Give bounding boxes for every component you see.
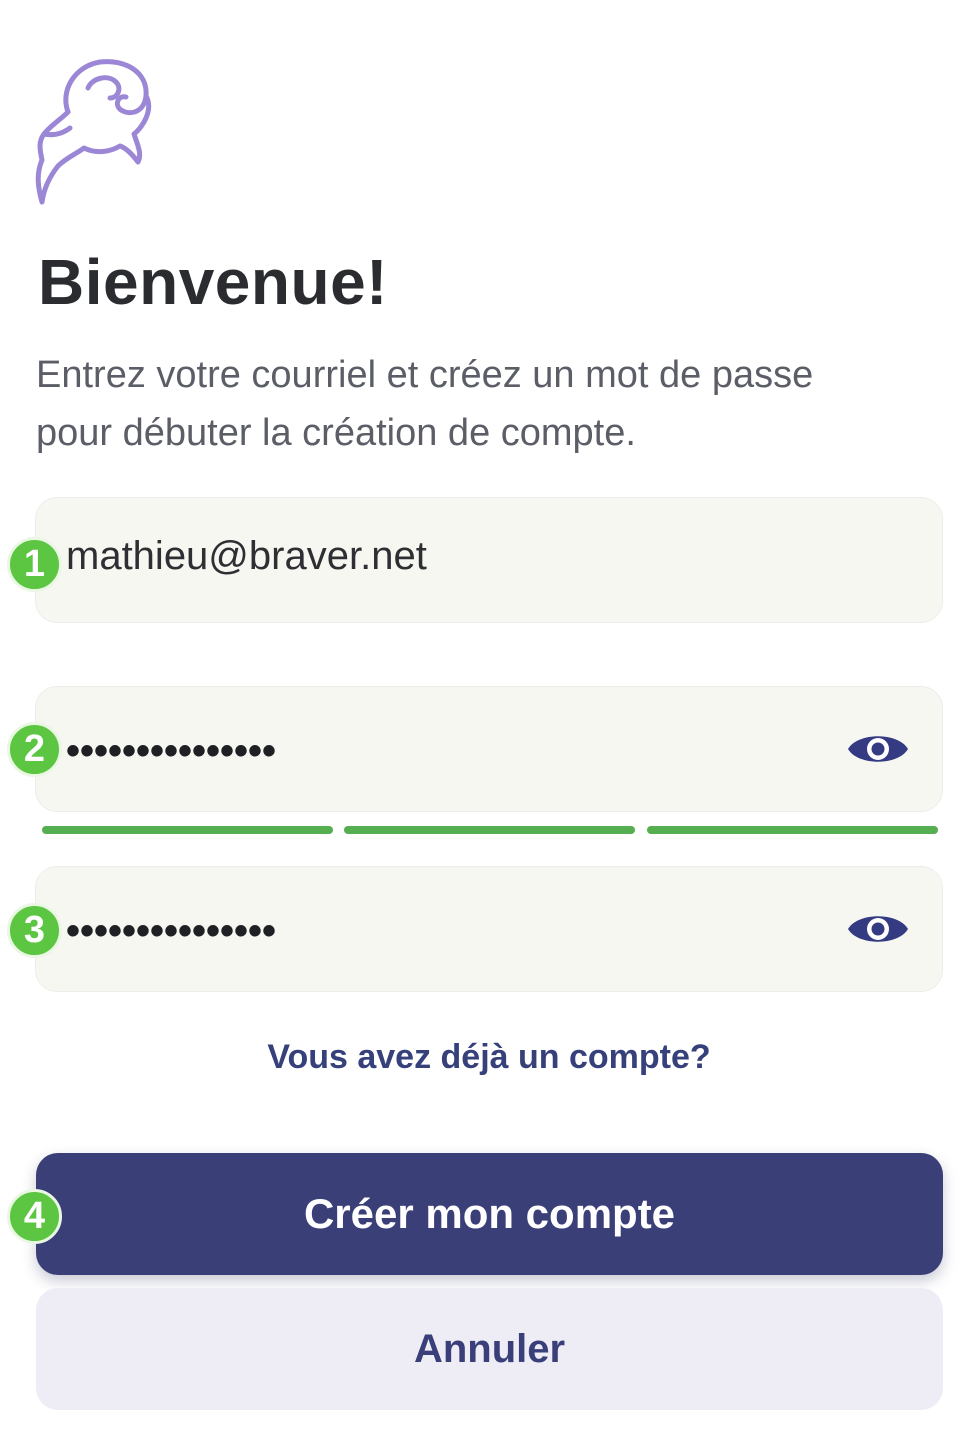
- step-badge-3: 3: [7, 903, 62, 958]
- subtitle-line-2: pour débuter la création de compte.: [36, 412, 636, 454]
- eye-icon[interactable]: [846, 906, 910, 952]
- confirm-password-value: •••••••••••••••: [66, 909, 277, 953]
- step-badge-1: 1: [7, 537, 62, 592]
- password-field[interactable]: •••••••••••••••: [35, 686, 943, 812]
- eye-icon[interactable]: [846, 726, 910, 772]
- password-value: •••••••••••••••: [66, 729, 277, 773]
- password-strength-segment-1: [42, 826, 333, 834]
- email-field[interactable]: mathieu@braver.net: [35, 497, 943, 623]
- subtitle-line-1: Entrez votre courriel et créez un mot de…: [36, 354, 814, 396]
- password-strength-segment-3: [647, 826, 938, 834]
- password-strength-segment-2: [344, 826, 635, 834]
- ram-logo-icon: [35, 59, 152, 205]
- create-account-button[interactable]: Créer mon compte: [36, 1153, 943, 1275]
- page-subtitle: Entrez votre courriel et créez un mot de…: [36, 346, 936, 462]
- email-value: mathieu@braver.net: [66, 534, 427, 578]
- cancel-button[interactable]: Annuler: [36, 1288, 943, 1410]
- has-account-link[interactable]: Vous avez déjà un compte?: [0, 1038, 978, 1077]
- confirm-password-field[interactable]: •••••••••••••••: [35, 866, 943, 992]
- step-badge-2: 2: [7, 722, 62, 777]
- page-title: Bienvenue!: [38, 246, 388, 318]
- step-badge-4: 4: [7, 1189, 62, 1244]
